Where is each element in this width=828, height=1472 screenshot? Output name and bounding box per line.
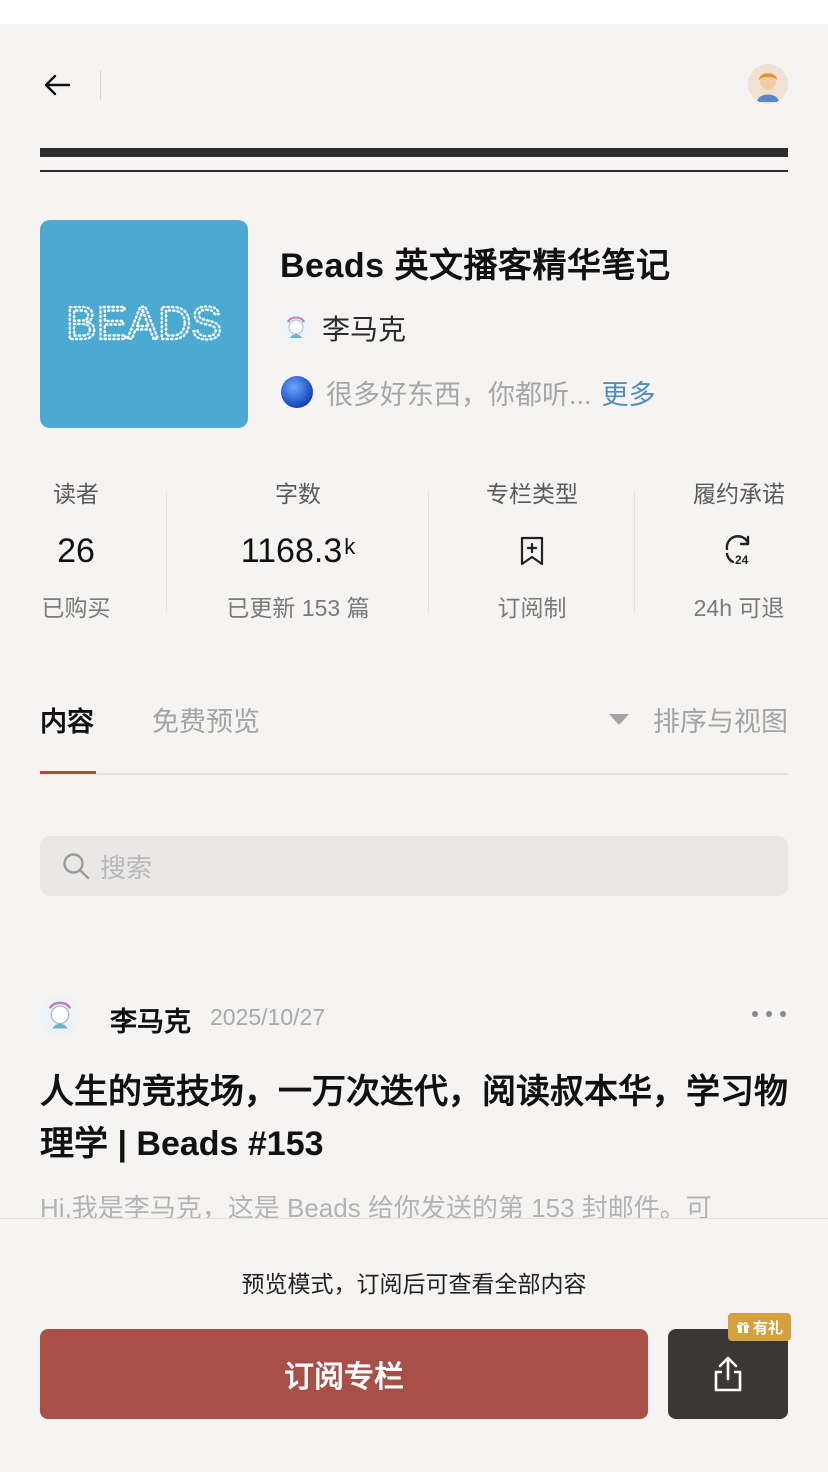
author-avatar: [280, 312, 312, 344]
arrow-left-icon: [44, 74, 71, 96]
tabs-divider: [40, 773, 788, 775]
stat-label: 专栏类型: [486, 481, 578, 507]
stat-value: [472, 522, 592, 580]
search-icon: [63, 853, 90, 880]
dot-icon: [780, 1011, 786, 1017]
bookmark-plus-icon: [520, 536, 544, 566]
svg-text:24: 24: [735, 553, 749, 567]
post-date: 2025/10/27: [210, 1004, 326, 1030]
author-name: 李马克: [322, 314, 407, 345]
stat-divider: [634, 492, 635, 612]
gift-badge: 有礼: [728, 1313, 792, 1341]
stat-value: 24: [690, 522, 788, 580]
stat-divider: [428, 492, 429, 612]
search-input[interactable]: 搜索: [40, 836, 788, 896]
stat-column-type: 专栏类型 订阅制: [472, 478, 592, 624]
preview-mode-note: 预览模式，订阅后可查看全部内容: [241, 1271, 587, 1297]
share-button[interactable]: [668, 1329, 788, 1419]
header-rule-thin: [40, 170, 788, 172]
gift-badge-label: 有礼: [753, 1319, 784, 1337]
column-author[interactable]: 李马克: [280, 310, 406, 346]
gift-icon: [737, 1322, 749, 1333]
post-author-name: 李马克: [110, 1007, 191, 1037]
stat-sub: 已购买: [41, 595, 111, 621]
tab-content[interactable]: 内容: [40, 700, 94, 739]
stat-label: 履约承诺: [693, 481, 785, 507]
back-button[interactable]: [40, 68, 74, 102]
stat-promise: 履约承诺 24 24h 可退: [690, 478, 788, 624]
sort-view-button[interactable]: 排序与视图: [609, 700, 788, 739]
top-divider: [100, 70, 101, 100]
user-avatar[interactable]: [748, 64, 788, 104]
column-page: BEADS Beads 英文播客精华笔记 李马克 很多好东西，你都听... 更多…: [0, 24, 828, 1472]
active-tab-indicator: [40, 771, 96, 774]
sort-view-label: 排序与视图: [653, 707, 788, 737]
cover-logo: BEADS: [65, 299, 223, 349]
stat-label: 字数: [275, 481, 321, 507]
search-placeholder: 搜索: [100, 852, 153, 883]
stat-sub: 已更新 153 篇: [226, 595, 370, 621]
header-rule-thick: [40, 148, 788, 157]
refund-24h-icon: 24: [725, 535, 750, 567]
post-more-button[interactable]: [752, 1004, 786, 1024]
subscribe-button[interactable]: 订阅专栏: [40, 1329, 648, 1419]
stat-value: 1168.3 k: [240, 532, 356, 570]
stat-value: 26: [57, 532, 95, 570]
subscribe-bar: 预览模式，订阅后可查看全部内容 订阅专栏 有礼: [0, 1218, 828, 1472]
subscribe-label: 订阅专栏: [284, 1361, 404, 1394]
share-icon: [714, 1356, 742, 1392]
column-description: 很多好东西，你都听... 更多: [280, 374, 656, 410]
description-more-link[interactable]: 更多: [602, 373, 656, 412]
stat-sub: 24h 可退: [693, 595, 785, 621]
post-title[interactable]: 人生的竞技场，一万次迭代，阅读叔本华，学习物理学 | Beads #153: [40, 1066, 788, 1170]
tab-free-preview[interactable]: 免费预览: [152, 700, 260, 739]
column-title: Beads 英文播客精华笔记: [280, 247, 671, 285]
stat-words: 字数 1168.3 k 已更新 153 篇: [218, 478, 378, 624]
stat-readers: 读者 26 已购买: [40, 478, 112, 624]
description-text: 很多好东西，你都听...: [326, 379, 592, 410]
stat-label: 读者: [53, 481, 99, 507]
blue-circle-icon: [281, 376, 313, 408]
caret-down-icon: [609, 714, 629, 725]
column-cover: BEADS: [40, 220, 248, 428]
stat-sub: 订阅制: [497, 595, 567, 621]
dot-icon: [752, 1011, 758, 1017]
svg-text:BEADS: BEADS: [66, 299, 222, 349]
stat-divider: [166, 492, 167, 612]
post-author-avatar[interactable]: [40, 996, 80, 1036]
dot-icon: [766, 1011, 772, 1017]
